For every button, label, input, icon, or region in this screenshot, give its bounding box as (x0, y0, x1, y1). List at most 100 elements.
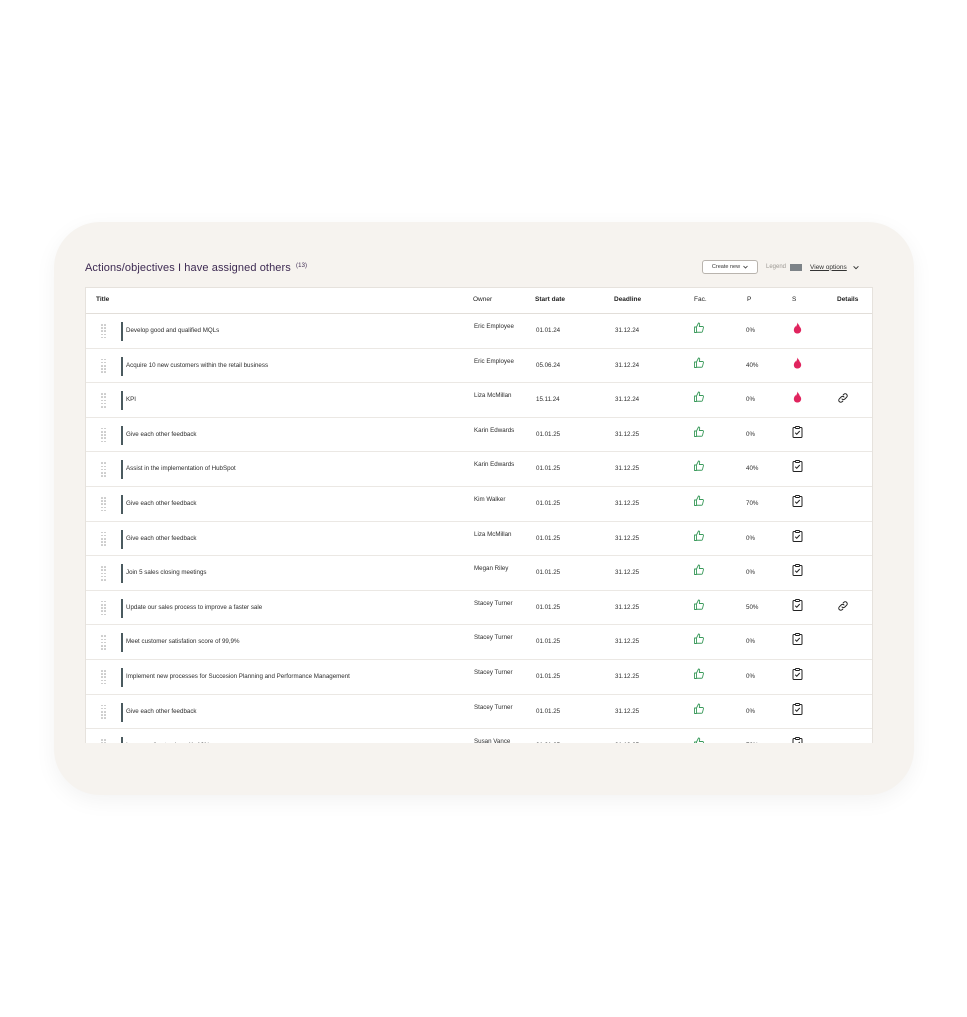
row-title[interactable]: Give each other feedback (126, 431, 197, 438)
view-options-label: View options (810, 263, 847, 271)
fire-icon[interactable] (792, 322, 803, 334)
drag-handle-icon[interactable] (101, 393, 107, 408)
table-row[interactable]: KPI Liza McMillan 15.11.24 31.12.24 0% (86, 383, 872, 418)
view-options-button[interactable]: View options (810, 264, 859, 271)
drag-handle-icon[interactable] (101, 669, 107, 685)
row-color-bar (121, 391, 123, 411)
drag-handle-icon[interactable] (101, 496, 107, 512)
row-owner: Kim Walker (474, 495, 506, 503)
drag-handle-icon[interactable] (101, 427, 107, 443)
row-title[interactable]: Increase direct sales with 10% (126, 742, 210, 743)
table-row[interactable]: Give each other feedback Liza McMillan 01.… (86, 522, 872, 557)
row-deadline: 31.12.24 (615, 396, 640, 404)
row-deadline: 31.12.24 (615, 361, 640, 369)
row-start-date: 01.01.25 (536, 534, 561, 542)
thumbs-up-icon[interactable] (693, 564, 705, 576)
drag-handle-icon[interactable] (101, 704, 107, 720)
page-title: Actions/objectives I have assigned other… (85, 262, 307, 274)
clipboard-check-icon[interactable] (792, 598, 803, 611)
row-color-bar (121, 564, 123, 584)
drag-handle-icon[interactable] (101, 324, 107, 339)
table-row[interactable]: Develop good and qualified MQLs Eric Empl… (86, 314, 872, 349)
thumbs-up-icon[interactable] (693, 391, 705, 403)
row-title[interactable]: Assist in the implementation of HubSpot (126, 465, 236, 472)
column-header-s[interactable]: S (792, 296, 796, 303)
thumbs-up-icon[interactable] (693, 530, 705, 542)
clipboard-check-icon[interactable] (792, 737, 803, 743)
thumbs-up-icon[interactable] (693, 322, 705, 334)
row-progress: 50% (746, 603, 759, 611)
drag-handle-icon[interactable] (101, 358, 107, 374)
row-title[interactable]: Give each other feedback (126, 708, 197, 715)
table-row[interactable]: Acquire 10 new customers within the reta… (86, 349, 872, 384)
thumbs-up-icon[interactable] (693, 357, 705, 369)
column-header-details[interactable]: Details (837, 296, 858, 303)
row-title[interactable]: Join 5 sales closing meetings (126, 569, 206, 576)
fire-icon[interactable] (792, 357, 803, 369)
column-header-fac[interactable]: Fac. (694, 296, 707, 303)
clipboard-check-icon[interactable] (792, 495, 803, 507)
table-row[interactable]: Give each other feedback Kim Walker 01.01.… (86, 487, 872, 522)
legend[interactable]: Legend (766, 263, 803, 271)
fire-icon[interactable] (792, 391, 803, 403)
drag-handle-icon[interactable] (101, 462, 107, 477)
drag-handle-icon[interactable] (101, 739, 107, 743)
item-count: (13) (296, 263, 308, 269)
table-row[interactable]: Meet customer satisfation score of 99,9%… (86, 625, 872, 660)
clipboard-check-icon[interactable] (792, 564, 803, 577)
drag-handle-icon[interactable] (101, 531, 107, 547)
thumbs-up-icon[interactable] (693, 495, 705, 507)
table-row[interactable]: Increase direct sales with 10% Susan Vanc… (86, 729, 872, 743)
link-icon[interactable] (837, 600, 849, 612)
thumbs-up-icon[interactable] (693, 737, 705, 743)
row-color-bar (121, 737, 123, 743)
clipboard-check-icon[interactable] (792, 633, 803, 646)
table-row[interactable]: Implement new processes for Succesion Pl… (86, 660, 872, 695)
row-title[interactable]: Acquire 10 new customers within the reta… (126, 362, 268, 369)
thumbs-up-icon[interactable] (693, 703, 705, 715)
table-row[interactable]: Give each other feedback Stacey Turner 01.… (86, 695, 872, 730)
column-header-owner[interactable]: Owner (473, 296, 492, 303)
column-header-start-date[interactable]: Start date (535, 296, 565, 303)
row-color-bar (121, 598, 123, 618)
thumbs-up-icon[interactable] (693, 599, 705, 611)
table-row[interactable]: Assist in the implementation of HubSpot K… (86, 452, 872, 487)
row-title[interactable]: Give each other feedback (126, 535, 197, 542)
row-owner: Karin Edwards (474, 426, 515, 434)
table-row[interactable]: Update our sales process to improve a fa… (86, 591, 872, 626)
row-title[interactable]: Give each other feedback (126, 500, 197, 507)
row-deadline: 31.12.25 (615, 534, 640, 542)
thumbs-up-icon[interactable] (693, 426, 705, 438)
row-start-date: 05.06.24 (536, 361, 561, 369)
row-title[interactable]: Meet customer satisfation score of 99,9% (126, 638, 240, 645)
drag-handle-icon[interactable] (101, 635, 107, 650)
thumbs-up-icon[interactable] (693, 460, 705, 472)
drag-handle-icon[interactable] (101, 600, 107, 616)
clipboard-check-icon[interactable] (792, 702, 803, 715)
table-body: Develop good and qualified MQLs Eric Empl… (86, 314, 872, 743)
column-header-title[interactable]: Title (96, 296, 109, 303)
thumbs-up-icon[interactable] (693, 668, 705, 680)
thumbs-up-icon[interactable] (693, 633, 705, 645)
row-start-date: 01.01.25 (536, 465, 561, 473)
row-progress: 0% (746, 327, 755, 334)
legend-swatch[interactable] (790, 263, 803, 271)
create-new-button[interactable]: Create new (702, 260, 758, 274)
row-owner: Stacey Turner (474, 599, 513, 607)
column-header-p[interactable]: P (747, 296, 751, 303)
column-header-deadline[interactable]: Deadline (614, 296, 641, 303)
row-deadline: 31.12.24 (615, 327, 640, 334)
clipboard-check-icon[interactable] (792, 667, 803, 680)
legend-label: Legend (766, 264, 787, 270)
clipboard-check-icon[interactable] (792, 529, 803, 542)
table-row[interactable]: Give each other feedback Karin Edwards 01.… (86, 418, 872, 453)
link-icon[interactable] (837, 392, 849, 404)
row-title[interactable]: Implement new processes for Succesion Pl… (126, 673, 350, 680)
drag-handle-icon[interactable] (101, 566, 107, 581)
clipboard-check-icon[interactable] (792, 425, 803, 438)
row-title[interactable]: KPI (126, 396, 136, 403)
clipboard-check-icon[interactable] (792, 460, 803, 473)
row-title[interactable]: Update our sales process to improve a fa… (126, 604, 262, 611)
row-title[interactable]: Develop good and qualified MQLs (126, 327, 219, 334)
table-row[interactable]: Join 5 sales closing meetings Megan Riley… (86, 556, 872, 591)
